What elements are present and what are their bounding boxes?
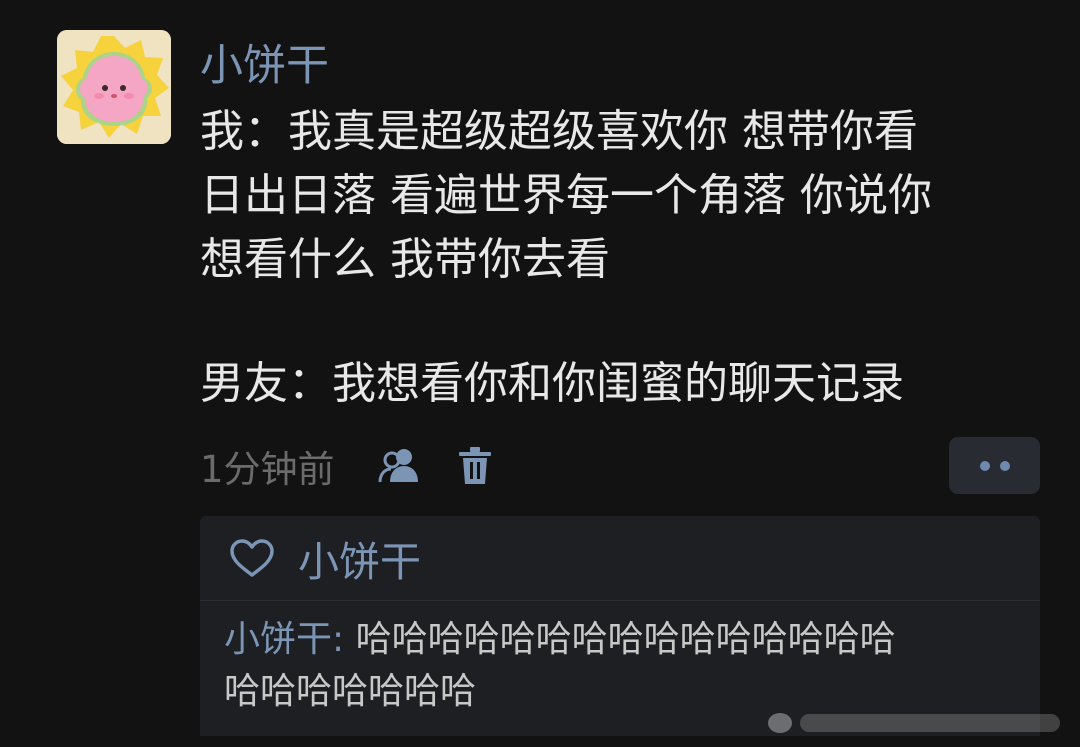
message-line: 男友：我想看你和你闺蜜的聊天记录 xyxy=(200,358,904,409)
post-author-name[interactable]: 小饼干 xyxy=(200,38,329,94)
comment-text: 哈哈哈哈哈哈哈哈哈哈哈哈哈哈哈 xyxy=(355,619,896,660)
more-dots-icon xyxy=(999,460,1010,471)
comment-line: 小饼干: 哈哈哈哈哈哈哈哈哈哈哈哈哈哈哈 xyxy=(224,614,1014,666)
comment-author[interactable]: 小饼干 xyxy=(224,619,332,660)
more-options-button[interactable] xyxy=(949,437,1040,494)
comment-area: 小饼干 小饼干: 哈哈哈哈哈哈哈哈哈哈哈哈哈哈哈 哈哈哈哈哈哈哈 xyxy=(200,516,1040,736)
avatar[interactable] xyxy=(57,30,171,144)
more-dots-icon xyxy=(979,460,990,471)
watermark-blur xyxy=(768,713,1060,733)
heart-icon xyxy=(228,534,276,582)
avatar-cookie-image xyxy=(57,30,171,144)
likes-row: 小饼干 xyxy=(200,516,1040,601)
message-line: 日出日落 看遍世界每一个角落 你说你 xyxy=(200,170,932,221)
message-line: 我：我真是超级超级喜欢你 想带你看 xyxy=(200,106,918,157)
moments-post: 小饼干 我：我真是超级超级喜欢你 想带你看 日出日落 看遍世界每一个角落 你说你… xyxy=(0,0,1080,747)
post-meta-row: 1分钟前 xyxy=(200,438,499,494)
post-message: 我：我真是超级超级喜欢你 想带你看 日出日落 看遍世界每一个角落 你说你 想看什… xyxy=(200,100,1040,416)
comment-item[interactable]: 小饼干: 哈哈哈哈哈哈哈哈哈哈哈哈哈哈哈 哈哈哈哈哈哈哈 xyxy=(224,614,1014,718)
trash-icon[interactable] xyxy=(451,442,499,490)
message-line: 想看什么 我带你去看 xyxy=(200,234,610,285)
people-icon[interactable] xyxy=(375,442,423,490)
liker-name[interactable]: 小饼干 xyxy=(298,528,421,588)
timestamp: 1分钟前 xyxy=(200,448,335,491)
comment-separator: : xyxy=(332,619,356,660)
